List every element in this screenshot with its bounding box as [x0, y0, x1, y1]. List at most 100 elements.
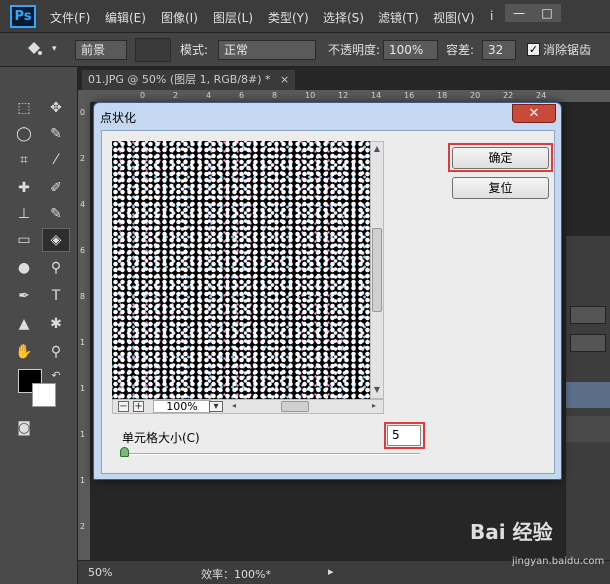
vertical-scroll-thumb[interactable] [372, 228, 382, 312]
layer-row[interactable] [566, 416, 610, 442]
lasso-icon[interactable]: ◯ [12, 123, 36, 145]
ruler-tick: 4 [80, 200, 86, 209]
zoom-icon[interactable]: ⚲ [44, 341, 68, 363]
quick-select-icon[interactable]: ✎ [44, 123, 68, 145]
ruler-tick: 6 [239, 91, 245, 100]
maximize-button[interactable]: □ [533, 4, 561, 22]
type-icon[interactable]: T [44, 285, 68, 307]
dodge-icon[interactable]: ⚲ [44, 257, 68, 279]
ruler-tick: 8 [80, 292, 86, 301]
zoom-readout[interactable]: 50% [88, 566, 112, 579]
menu-edit[interactable]: 编辑(E) [105, 9, 146, 26]
menu-type[interactable]: 类型(Y) [268, 9, 309, 26]
scroll-up-arrow-icon[interactable]: ▲ [372, 143, 382, 155]
horizontal-scroll-thumb[interactable] [281, 401, 309, 412]
preview-zoom-value[interactable]: 100% [153, 400, 211, 413]
watermark-url: jingyan.baidu.com [512, 556, 605, 567]
menu-select[interactable]: 选择(S) [323, 9, 364, 26]
document-tab-label: 01.JPG @ 50% (图层 1, RGB/8#) * [88, 73, 271, 86]
ruler-tick: 16 [404, 91, 415, 100]
mode-select[interactable]: 正常 [218, 40, 316, 60]
menu-more[interactable]: i [490, 9, 493, 23]
zoom-in-button[interactable]: + [133, 401, 144, 412]
crop-icon[interactable]: ⌗ [12, 149, 36, 171]
history-brush-icon[interactable]: ✎ [44, 203, 68, 225]
ruler-tick: 10 [305, 91, 316, 100]
menu-image[interactable]: 图像(I) [161, 9, 198, 26]
minimize-button[interactable]: — [505, 4, 533, 22]
scroll-left-arrow-icon[interactable]: ◂ [229, 400, 239, 412]
hand-icon[interactable]: ✋ [12, 341, 36, 363]
ps-logo: Ps [10, 5, 36, 28]
status-arrow-icon[interactable]: ▸ [328, 565, 334, 578]
ruler-tick: 0 [140, 91, 146, 100]
preview-zoom-bar: − + 100% ▾ ◂ ▸ [112, 399, 384, 414]
tools-panel: ⬚ ✥ ◯ ✎ ⌗ ⁄ ✚ ✐ ⊥ ✎ ▭ ◈ ● ⚲ ✒ T ▲ ✱ ✋ ⚲ … [0, 67, 78, 584]
quick-mask-icon[interactable]: ◙ [12, 417, 36, 439]
healing-brush-icon[interactable]: ✚ [12, 177, 36, 199]
horizontal-ruler: 0 2 4 6 8 10 12 14 16 18 20 22 24 [78, 90, 610, 102]
ruler-tick: 4 [206, 91, 212, 100]
vertical-ruler: 0 2 4 6 8 1 1 1 1 2 [78, 102, 90, 560]
ruler-tick: 18 [437, 91, 448, 100]
scroll-down-arrow-icon[interactable]: ▼ [372, 384, 382, 396]
paint-bucket-icon[interactable] [22, 39, 46, 61]
cell-size-highlight [384, 422, 425, 449]
layer-opacity-select[interactable] [570, 334, 606, 352]
brush-icon[interactable]: ✐ [44, 177, 68, 199]
ruler-tick: 12 [338, 91, 349, 100]
opacity-input[interactable]: 100% [383, 40, 438, 60]
tolerance-label: 容差: [446, 43, 475, 57]
dialog-body: ▲ ▼ − + 100% ▾ ◂ ▸ 确定 复位 单元格大小(C) 5 [101, 130, 555, 474]
scroll-right-arrow-icon[interactable]: ▸ [369, 400, 379, 412]
dialog-close-button[interactable]: ✕ [512, 104, 556, 123]
ruler-tick: 24 [536, 91, 547, 100]
pointillize-dialog: 点状化 ✕ ▲ ▼ − + 100% ▾ ◂ ▸ 确定 复位 单元格大小(C) … [93, 102, 562, 480]
blend-mode-select[interactable] [570, 306, 606, 324]
cell-size-slider-thumb[interactable] [120, 447, 129, 457]
clone-stamp-icon[interactable]: ⊥ [12, 203, 36, 225]
tool-preset-chevron-icon[interactable]: ▾ [52, 39, 57, 59]
filter-preview[interactable] [112, 141, 371, 399]
move-icon[interactable]: ✥ [44, 97, 68, 119]
menu-bar: Ps 文件(F) 编辑(E) 图像(I) 图层(L) 类型(Y) 选择(S) 滤… [0, 0, 610, 33]
menu-file[interactable]: 文件(F) [50, 9, 90, 26]
ruler-tick: 20 [470, 91, 481, 100]
marquee-icon[interactable]: ⬚ [12, 97, 36, 119]
reset-button[interactable]: 复位 [452, 177, 549, 199]
tab-close-icon[interactable]: × [280, 73, 289, 86]
ruler-tick: 0 [80, 108, 86, 117]
shape-icon[interactable]: ✱ [44, 313, 68, 335]
ruler-tick: 1 [80, 338, 86, 347]
ruler-tick: 1 [80, 476, 86, 485]
baidu-watermark: Bai 经验 [470, 520, 553, 544]
opacity-label: 不透明度: [328, 43, 381, 57]
ruler-tick: 1 [80, 384, 86, 393]
zoom-out-button[interactable]: − [118, 401, 129, 412]
cell-size-slider[interactable] [124, 453, 420, 455]
antialias-label: 消除锯齿 [543, 43, 592, 57]
ruler-tick: 14 [371, 91, 382, 100]
ruler-tick: 2 [173, 91, 179, 100]
menu-filter[interactable]: 滤镜(T) [378, 9, 419, 26]
paint-bucket-tool-icon[interactable]: ◈ [42, 228, 70, 252]
ruler-tick: 22 [503, 91, 514, 100]
antialias-checkbox[interactable]: ✓ [527, 43, 540, 56]
fill-source-select[interactable]: 前景 [75, 40, 127, 60]
path-select-icon[interactable]: ▲ [12, 313, 36, 335]
pen-icon[interactable]: ✒ [12, 285, 36, 307]
menu-layer[interactable]: 图层(L) [213, 9, 253, 26]
eyedropper-icon[interactable]: ⁄ [44, 149, 68, 171]
blur-icon[interactable]: ● [12, 257, 36, 279]
menu-view[interactable]: 视图(V) [433, 9, 475, 26]
document-tab[interactable]: 01.JPG @ 50% (图层 1, RGB/8#) * × [82, 70, 296, 90]
selected-layer-row[interactable] [566, 382, 610, 408]
ruler-tick: 2 [80, 522, 86, 531]
eraser-icon[interactable]: ▭ [12, 229, 36, 251]
tolerance-input[interactable]: 32 [482, 40, 516, 60]
pattern-picker[interactable] [135, 38, 171, 62]
zoom-dropdown-chevron-icon[interactable]: ▾ [209, 401, 223, 412]
layers-panel [565, 236, 610, 560]
swap-colors-icon[interactable]: ↶ [44, 365, 68, 387]
preview-vertical-scrollbar[interactable]: ▲ ▼ [370, 141, 384, 399]
